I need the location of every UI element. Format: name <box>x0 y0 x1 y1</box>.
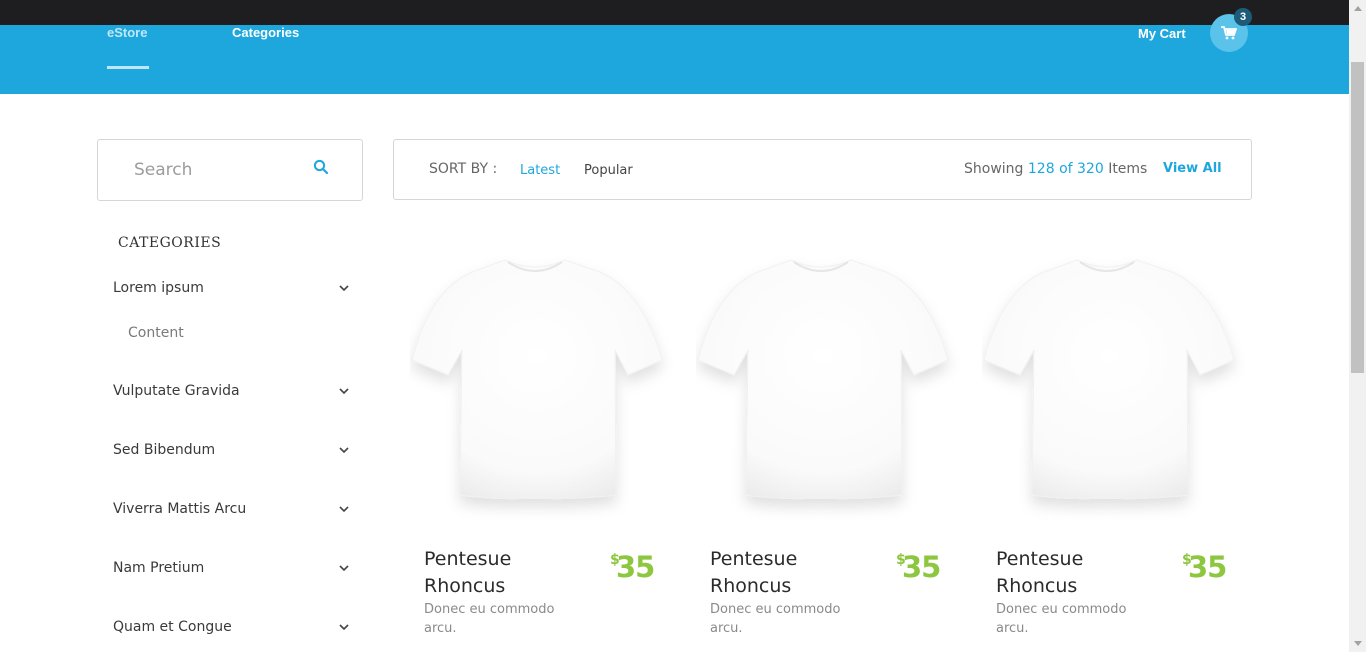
category-item-lorem-ipsum[interactable]: Lorem ipsum <box>113 280 353 302</box>
showing-prefix: Showing <box>964 161 1024 177</box>
category-label: Viverra Mattis Arcu <box>113 501 247 517</box>
scroll-down-arrow-icon[interactable] <box>1354 641 1362 646</box>
results-count: Showing 128 of 320 Items <box>964 161 1147 177</box>
nav-active-underline <box>107 66 149 69</box>
showing-range: 128 of 320 <box>1027 161 1104 177</box>
my-cart-link[interactable]: My Cart <box>1138 0 1186 69</box>
category-label: Sed Bibendum <box>113 442 216 458</box>
category-label: Nam Pretium <box>113 560 205 576</box>
category-label: Lorem ipsum <box>113 280 204 296</box>
sort-latest-link[interactable]: Latest <box>520 163 560 178</box>
product-description: Donec eu commodo arcu. <box>996 602 1127 636</box>
product-description: Donec eu commodo arcu. <box>710 602 841 636</box>
category-sub-content[interactable]: Content <box>128 325 184 341</box>
chevron-down-icon <box>339 565 349 572</box>
categories-heading: CATEGORIES <box>118 235 222 251</box>
category-item-sed-bibendum[interactable]: Sed Bibendum <box>113 442 353 464</box>
product-description: Donec eu commodo arcu. <box>424 602 555 636</box>
shopping-cart-icon <box>1221 26 1237 40</box>
price-amount: 35 <box>616 550 655 584</box>
sort-popular-link[interactable]: Popular <box>584 163 633 178</box>
cart-count-badge: 3 <box>1234 8 1252 26</box>
chevron-down-icon <box>339 624 349 631</box>
category-label: Vulputate Gravida <box>113 383 240 399</box>
search-icon[interactable] <box>313 159 329 175</box>
product-card[interactable]: Pentesue Rhoncus Donec eu commodo arcu. … <box>696 250 966 652</box>
chevron-down-icon <box>339 506 349 513</box>
chevron-down-icon <box>339 388 349 395</box>
showing-suffix: Items <box>1108 161 1148 177</box>
category-item-viverra-mattis-arcu[interactable]: Viverra Mattis Arcu <box>113 501 353 523</box>
chevron-down-icon <box>339 285 349 292</box>
tshirt-image[interactable] <box>410 250 680 530</box>
chevron-down-icon <box>339 447 349 454</box>
product-name[interactable]: Pentesue Rhoncus <box>996 546 1166 600</box>
scrollbar-thumb[interactable] <box>1351 62 1364 373</box>
product-card[interactable]: Pentesue Rhoncus Donec eu commodo arcu. … <box>410 250 680 652</box>
view-all-link[interactable]: View All <box>1163 161 1222 176</box>
sort-by-label: SORT BY : <box>429 161 498 177</box>
search-input[interactable] <box>134 158 294 182</box>
nav-brand-link[interactable]: eStore <box>107 0 147 69</box>
tshirt-image[interactable] <box>696 250 966 530</box>
category-item-quam-et-congue[interactable]: Quam et Congue <box>113 619 353 641</box>
product-name[interactable]: Pentesue Rhoncus <box>424 546 594 600</box>
tshirt-image[interactable] <box>982 250 1252 530</box>
price-amount: 35 <box>1188 550 1227 584</box>
nav-categories-link[interactable]: Categories <box>232 0 299 69</box>
category-item-nam-pretium[interactable]: Nam Pretium <box>113 560 353 582</box>
price-amount: 35 <box>902 550 941 584</box>
category-item-vulputate-gravida[interactable]: Vulputate Gravida <box>113 383 353 405</box>
product-card[interactable]: Pentesue Rhoncus Donec eu commodo arcu. … <box>982 250 1252 652</box>
product-name[interactable]: Pentesue Rhoncus <box>710 546 880 600</box>
scroll-up-arrow-icon[interactable] <box>1354 6 1362 11</box>
category-label: Quam et Congue <box>113 619 232 635</box>
